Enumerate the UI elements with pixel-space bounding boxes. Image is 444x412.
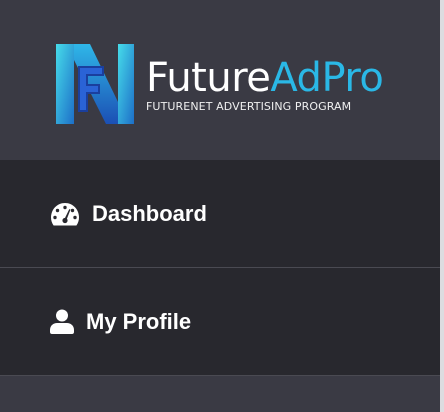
- scrollbar-edge[interactable]: [440, 0, 444, 412]
- brand-title-future: Future: [146, 55, 271, 101]
- sidebar: FutureAdPro FUTURENET ADVERTISING PROGRA…: [0, 0, 444, 412]
- brand-tagline: FUTURENET ADVERTISING PROGRAM: [146, 100, 352, 113]
- sidebar-footer-area: [0, 376, 440, 412]
- sidebar-item-label: Dashboard: [92, 200, 207, 226]
- sidebar-item-dashboard[interactable]: Dashboard: [0, 160, 440, 268]
- sidebar-item-my-profile[interactable]: My Profile: [0, 268, 440, 376]
- sidebar-menu: Dashboard My Profile: [0, 160, 440, 376]
- sidebar-item-label: My Profile: [86, 308, 192, 334]
- brand-wordmark: FutureAdPro FUTURENET ADVERTISING PROGRA…: [146, 55, 384, 113]
- user-icon: [50, 309, 74, 334]
- futurenet-logo-icon: [56, 44, 134, 124]
- brand-header[interactable]: FutureAdPro FUTURENET ADVERTISING PROGRA…: [0, 0, 440, 160]
- brand-title: FutureAdPro: [146, 55, 384, 101]
- dashboard-gauge-icon: [51, 202, 79, 225]
- brand-title-adpro: AdPro: [270, 55, 384, 101]
